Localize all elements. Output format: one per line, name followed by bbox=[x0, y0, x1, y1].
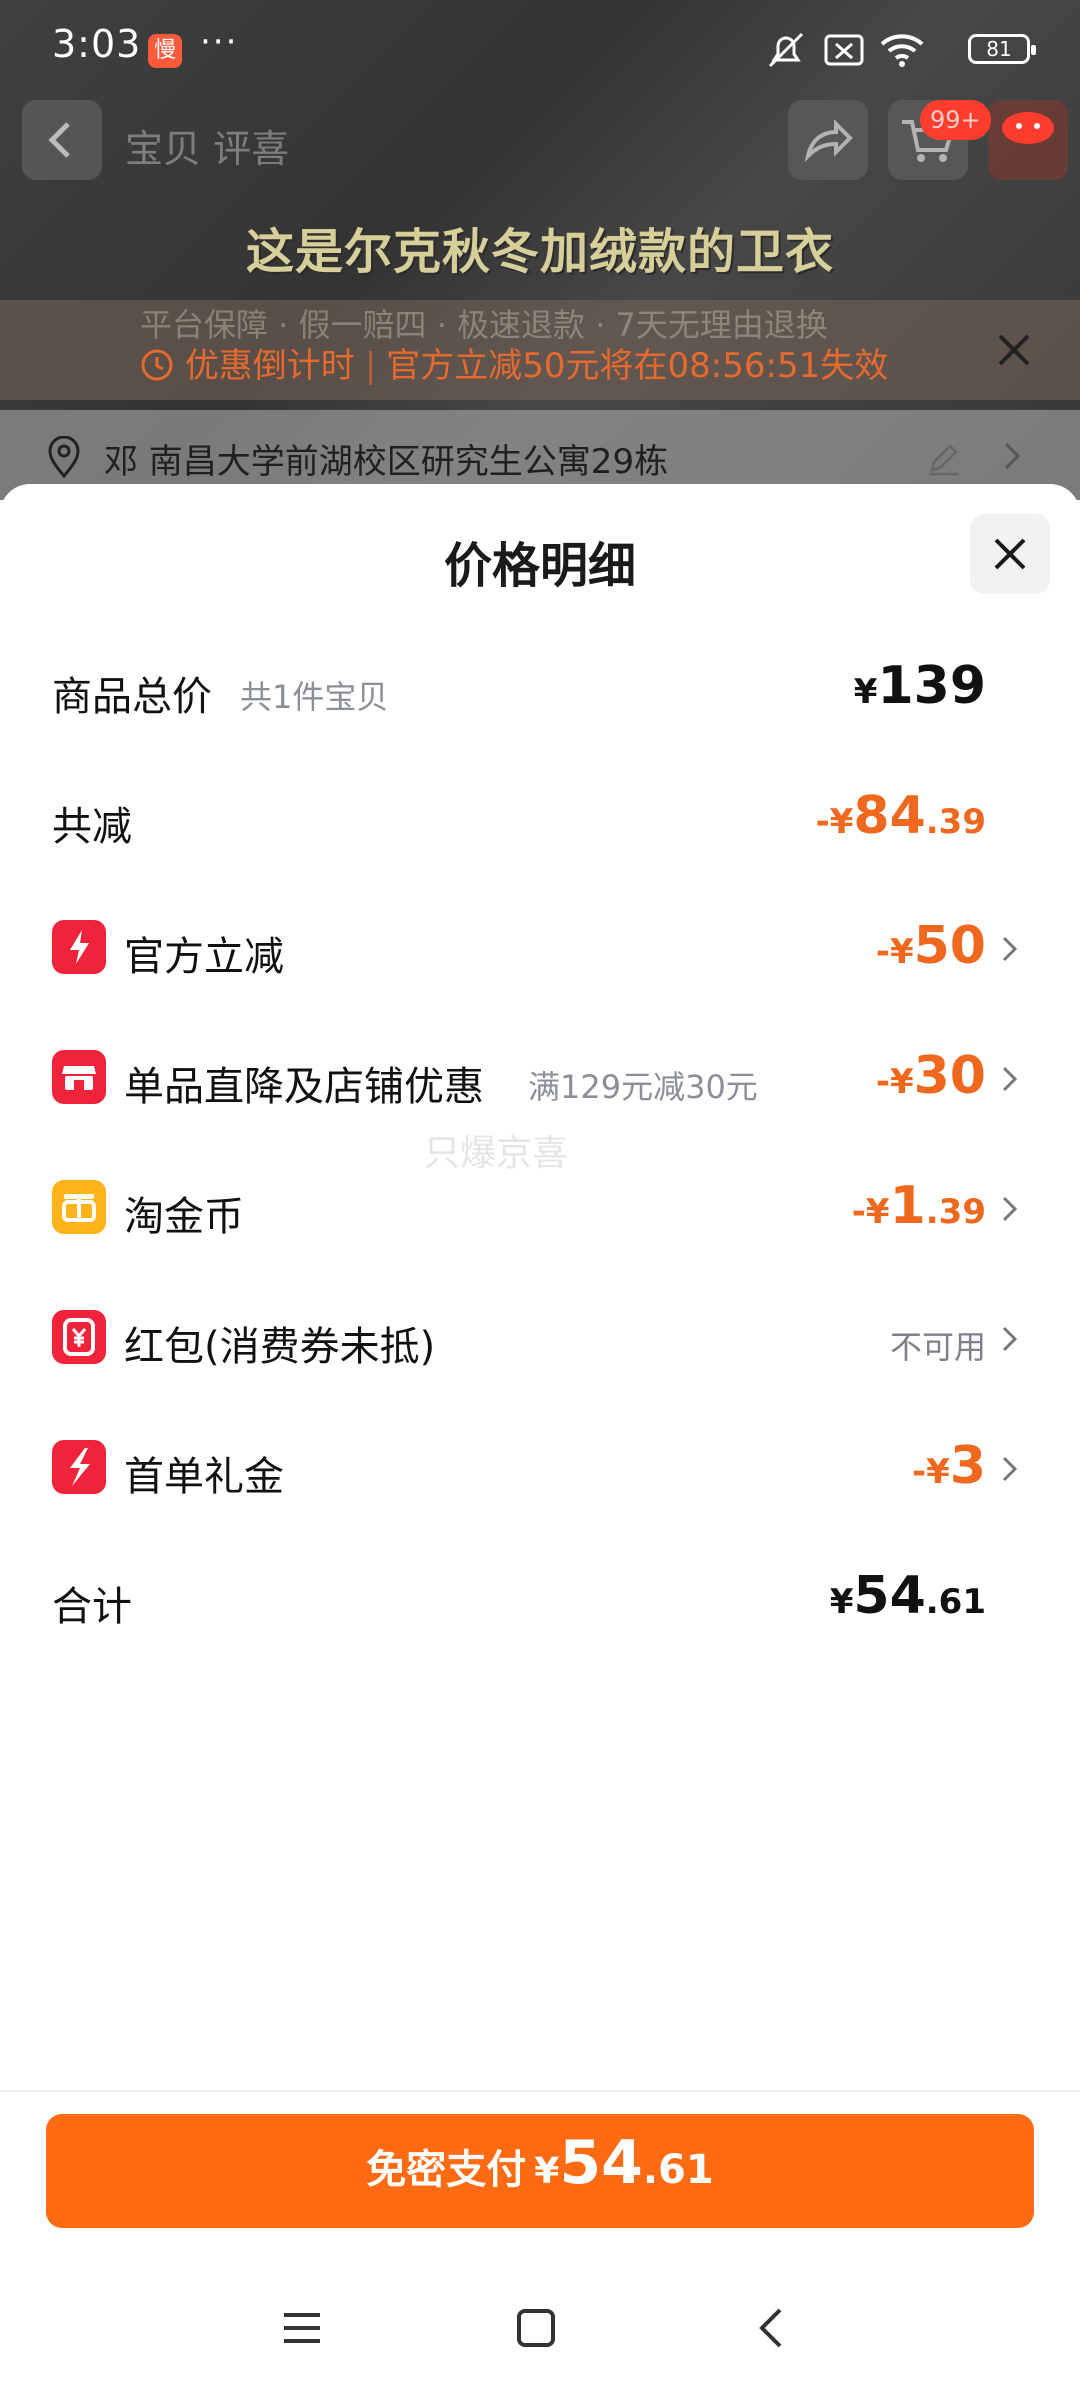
divider bbox=[0, 2090, 1080, 2092]
sum-label: 合计 bbox=[52, 1584, 132, 1630]
pay-button-label: 免密支付 bbox=[366, 2147, 527, 2193]
close-icon[interactable] bbox=[988, 324, 1040, 376]
row-total-price: 商品总价 共1件宝贝 ¥139 bbox=[0, 646, 1080, 726]
coins-label: 淘金币 bbox=[124, 1194, 244, 1240]
lightning-icon bbox=[52, 920, 106, 974]
row-first-order-gift[interactable]: 首单礼金 -¥3 bbox=[0, 1426, 1080, 1506]
chevron-right-icon bbox=[1002, 1456, 1018, 1482]
store-discount-rule: 满129元减30元 bbox=[528, 1068, 758, 1106]
countdown-text: 官方立减50元将在08:56:51失效 bbox=[386, 346, 889, 386]
product-tabs[interactable]: 宝贝 评喜 bbox=[125, 118, 289, 173]
total-reduction-label: 共减 bbox=[52, 804, 132, 850]
pay-button-content: 免密支付 ¥54.61 bbox=[46, 2128, 1034, 2198]
system-nav-bar bbox=[0, 2280, 1080, 2390]
row-sum: 合计 ¥54.61 bbox=[0, 1556, 1080, 1636]
divider: | bbox=[364, 346, 377, 386]
total-price-label: 商品总价 bbox=[52, 674, 212, 720]
cart-count-badge: 99+ bbox=[920, 100, 991, 140]
store-icon bbox=[52, 1050, 106, 1104]
message-button[interactable] bbox=[988, 100, 1068, 180]
more-notifications-icon: ··· bbox=[200, 22, 239, 62]
red-packet-label: 红包(消费券未抵) bbox=[124, 1324, 436, 1370]
menu-icon[interactable] bbox=[280, 2306, 324, 2350]
total-price-value: ¥139 bbox=[853, 656, 986, 716]
row-red-packet[interactable]: 红包(消费券未抵) 不可用 bbox=[0, 1296, 1080, 1376]
gift-cash-icon bbox=[52, 1440, 106, 1494]
battery-icon: 81 bbox=[968, 34, 1036, 64]
price-detail-sheet: 价格明细 商品总价 共1件宝贝 ¥139 共减 -¥84.39 官方立减 -¥5… bbox=[0, 484, 1080, 2400]
row-store-discount[interactable]: 单品直降及店铺优惠 满129元减30元 -¥30 bbox=[0, 1036, 1080, 1116]
row-official-discount[interactable]: 官方立减 -¥50 bbox=[0, 906, 1080, 986]
store-discount-label: 单品直降及店铺优惠 bbox=[124, 1064, 484, 1110]
wifi-icon bbox=[880, 34, 924, 67]
app-notification-icon: 慢 bbox=[148, 34, 182, 68]
row-total-reduction: 共减 -¥84.39 bbox=[0, 776, 1080, 856]
pay-currency: ¥ bbox=[534, 2151, 560, 2192]
pay-amount-int: 54 bbox=[559, 2128, 643, 2198]
product-top-nav: 宝贝 评喜 bbox=[0, 100, 1080, 190]
close-icon bbox=[994, 538, 1026, 570]
first-order-gift-value: -¥3 bbox=[912, 1436, 986, 1496]
total-reduction-value: -¥84.39 bbox=[815, 786, 986, 846]
share-button[interactable] bbox=[788, 100, 868, 180]
product-caption: 这是尔克秋冬加绒款的卫衣 bbox=[245, 224, 834, 280]
chevron-right-icon bbox=[1002, 1326, 1018, 1352]
red-packet-status: 不可用 bbox=[889, 1328, 986, 1366]
pay-button[interactable]: 免密支付 ¥54.61 bbox=[46, 2114, 1034, 2228]
location-pin-icon bbox=[48, 436, 80, 478]
share-icon bbox=[804, 119, 853, 163]
pay-amount-dec: .61 bbox=[642, 2147, 714, 2193]
mute-icon bbox=[768, 32, 804, 68]
clock-icon bbox=[141, 349, 173, 381]
address-text: 邓 南昌大学前湖校区研究生公寓29栋 bbox=[104, 442, 669, 482]
store-discount-value: -¥30 bbox=[875, 1046, 986, 1106]
home-icon[interactable] bbox=[514, 2306, 558, 2350]
status-bar: 3:03 慢 ··· 81 bbox=[0, 0, 1080, 80]
chevron-right-icon bbox=[1002, 1196, 1018, 1222]
watermark-text: 只爆京喜 bbox=[424, 1133, 569, 1174]
promo-countdown-bar: 平台保障 · 假一赔四 · 极速退款 · 7天无理由退换 优惠倒计时 | 官方立减5… bbox=[0, 300, 1080, 400]
back-icon[interactable] bbox=[750, 2306, 794, 2350]
coin-icon bbox=[52, 1180, 106, 1234]
edit-icon[interactable] bbox=[926, 440, 962, 476]
chat-icon bbox=[1002, 112, 1054, 144]
sheet-title: 价格明细 bbox=[443, 538, 636, 594]
row-coins[interactable]: 淘金币 -¥1.39 bbox=[0, 1166, 1080, 1246]
sum-value: ¥54.61 bbox=[829, 1566, 986, 1626]
official-discount-value: -¥50 bbox=[875, 916, 986, 976]
status-time: 3:03 bbox=[52, 22, 142, 66]
chevron-right-icon bbox=[1004, 442, 1021, 470]
no-sim-icon bbox=[824, 34, 864, 66]
back-button[interactable] bbox=[22, 100, 102, 180]
item-count-text: 共1件宝贝 bbox=[240, 678, 389, 716]
first-order-gift-label: 首单礼金 bbox=[124, 1454, 284, 1500]
official-discount-label: 官方立减 bbox=[124, 934, 284, 980]
sheet-close-button[interactable] bbox=[970, 514, 1050, 594]
countdown-label: 优惠倒计时 bbox=[184, 346, 355, 386]
chevron-right-icon bbox=[1002, 936, 1018, 962]
red-packet-icon bbox=[52, 1310, 106, 1364]
chevron-left-icon bbox=[48, 122, 70, 158]
coins-value: -¥1.39 bbox=[851, 1176, 986, 1236]
countdown-row: 优惠倒计时 | 官方立减50元将在08:56:51失效 bbox=[140, 338, 888, 387]
chevron-right-icon bbox=[1002, 1066, 1018, 1092]
